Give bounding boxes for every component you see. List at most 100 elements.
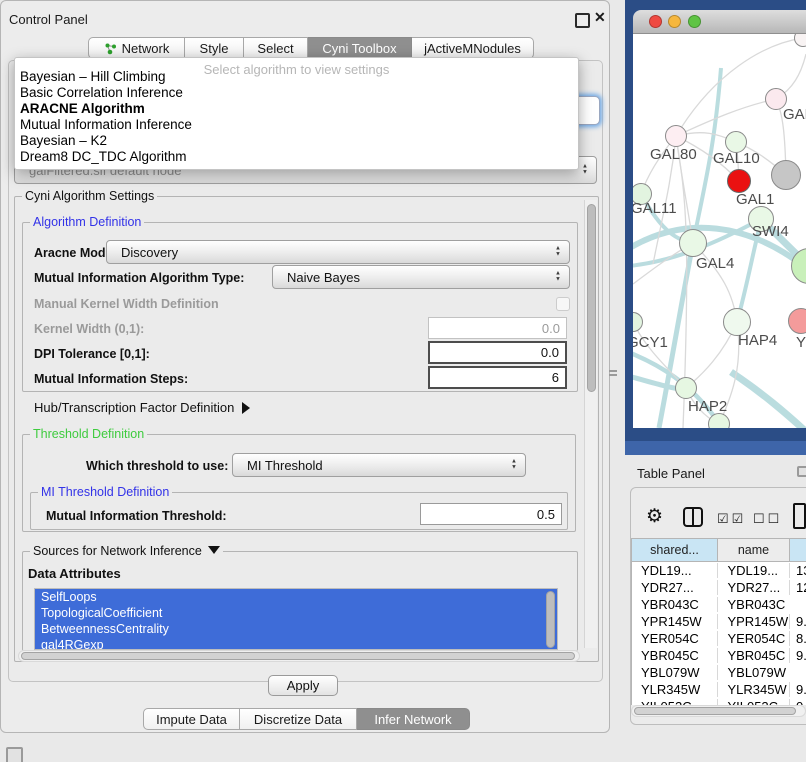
- column-header-partial[interactable]: [789, 538, 806, 562]
- table-row[interactable]: YPR145WYPR145W9.: [632, 613, 806, 630]
- hub-tf-definition-expander[interactable]: Hub/Transcription Factor Definition: [34, 400, 250, 415]
- columns-icon[interactable]: [683, 507, 703, 527]
- network-node-bottom[interactable]: [708, 413, 730, 428]
- table-row[interactable]: YIL052CYIL052C0.: [632, 698, 806, 705]
- node-label-gal: GAL: [783, 106, 806, 123]
- table-row[interactable]: YBR045CYBR045C9.: [632, 647, 806, 664]
- manual-kernel-width-checkbox[interactable]: [556, 297, 570, 311]
- tab-label: Network: [122, 41, 170, 56]
- network-node-gal80[interactable]: [665, 125, 687, 147]
- popup-item-dream8[interactable]: Dream8 DC_TDC Algorithm: [20, 149, 187, 165]
- close-icon[interactable]: ✕: [594, 9, 606, 26]
- network-window-titlebar[interactable]: [633, 10, 806, 34]
- network-node-gray[interactable]: [771, 160, 801, 190]
- popup-item-bayesian-k2[interactable]: Bayesian – K2: [20, 133, 107, 149]
- node-label-gal11: GAL11: [633, 200, 677, 217]
- collapsed-panel-icon[interactable]: [6, 747, 23, 762]
- float-window-icon[interactable]: [575, 13, 590, 28]
- dpi-tolerance-field[interactable]: 0.0: [428, 341, 567, 364]
- aracne-mode-value: Discovery: [107, 245, 178, 260]
- column-header-shared-name[interactable]: shared...: [631, 538, 717, 562]
- manual-kernel-width-label: Manual Kernel Width Definition: [34, 297, 219, 311]
- attribute-item-topologicalcoefficient[interactable]: TopologicalCoefficient: [35, 605, 557, 621]
- settings-vertical-scrollbar[interactable]: [584, 200, 597, 648]
- combo-spinner-icon: ▲▼: [555, 272, 561, 283]
- node-table: YDL19...YDL19...13 YDR27...YDR27...12 YB…: [631, 562, 806, 705]
- network-view-frame-bottom: [625, 441, 806, 455]
- network-node-gal1[interactable]: [727, 169, 751, 193]
- node-label-hap4: HAP4: [738, 332, 777, 349]
- settings-horizontal-scrollbar[interactable]: [18, 650, 580, 662]
- desktop: Control Panel ✕ Network Style Select Cyn…: [0, 0, 806, 762]
- popup-item-basic-correlation[interactable]: Basic Correlation Inference: [20, 85, 183, 101]
- node-label-salmon: Y: [796, 334, 806, 351]
- mi-steps-value: 6: [552, 370, 559, 385]
- mi-steps-field[interactable]: 6: [428, 366, 567, 389]
- tab-label: Infer Network: [374, 712, 451, 727]
- settings-horizontal-scrollbar-thumb[interactable]: [21, 652, 575, 660]
- list-scrollbar-thumb[interactable]: [546, 591, 555, 648]
- attribute-item-selfloops[interactable]: SelfLoops: [35, 589, 557, 605]
- table-row[interactable]: YDR27...YDR27...12: [632, 579, 806, 596]
- node-label-swi4: SWI4: [752, 223, 789, 240]
- kernel-width-field[interactable]: 0.0: [428, 317, 567, 339]
- network-icon: [104, 42, 117, 55]
- settings-vertical-scrollbar-thumb[interactable]: [587, 204, 596, 392]
- attribute-item-gal4rgexp[interactable]: gal4RGexp: [35, 637, 557, 650]
- sources-group-title[interactable]: Sources for Network Inference: [30, 544, 223, 558]
- select-all-checkboxes-icon[interactable]: ☑☑: [717, 511, 746, 527]
- tab-label: jActiveMNodules: [424, 41, 521, 56]
- mi-algorithm-type-value: Naive Bayes: [273, 270, 360, 285]
- tab-style[interactable]: Style: [185, 37, 244, 59]
- control-panel-title: Control Panel: [9, 12, 88, 27]
- gear-icon[interactable]: ⚙: [646, 505, 663, 528]
- column-header-name[interactable]: name: [717, 538, 789, 562]
- network-node-gal4[interactable]: [679, 229, 707, 257]
- tab-cyni-toolbox[interactable]: Cyni Toolbox: [308, 37, 412, 59]
- table-row[interactable]: YDL19...YDL19...13: [632, 562, 806, 579]
- deselect-all-checkboxes-icon[interactable]: ☐☐: [753, 511, 782, 527]
- table-panel-float-icon[interactable]: [797, 466, 806, 477]
- table-row[interactable]: YBR043CYBR043C: [632, 596, 806, 613]
- expand-arrow-icon: [242, 402, 250, 414]
- popup-item-mutual-information[interactable]: Mutual Information Inference: [20, 117, 192, 133]
- tab-label: Discretize Data: [254, 712, 342, 727]
- document-icon[interactable]: [793, 503, 806, 529]
- which-threshold-combo[interactable]: MI Threshold ▲▼: [232, 453, 526, 477]
- mi-threshold-label: Mutual Information Threshold:: [46, 509, 227, 523]
- tab-impute-data[interactable]: Impute Data: [143, 708, 240, 730]
- tab-infer-network[interactable]: Infer Network: [357, 708, 470, 730]
- network-node-hap2[interactable]: [675, 377, 697, 399]
- table-row[interactable]: YLR345WYLR345W9.: [632, 681, 806, 698]
- panel-splitter-handle[interactable]: [609, 368, 617, 378]
- which-threshold-label: Which threshold to use:: [86, 459, 228, 473]
- mi-algorithm-type-combo[interactable]: Naive Bayes ▲▼: [272, 265, 570, 289]
- combo-spinner-icon: ▲▼: [511, 460, 517, 471]
- table-row[interactable]: YER054CYER054C8.: [632, 630, 806, 647]
- node-label-gcy1: GCY1: [633, 334, 668, 351]
- tab-network[interactable]: Network: [88, 37, 185, 59]
- close-traffic-light[interactable]: [649, 15, 662, 28]
- table-horizontal-scrollbar[interactable]: [631, 705, 806, 717]
- tab-discretize-data[interactable]: Discretize Data: [240, 708, 357, 730]
- dpi-tolerance-label: DPI Tolerance [0,1]:: [34, 347, 150, 361]
- mi-threshold-field[interactable]: 0.5: [420, 503, 562, 525]
- popup-item-aracne[interactable]: ARACNE Algorithm: [20, 101, 145, 117]
- control-panel-tabbar: Network Style Select Cyni Toolbox jActiv…: [88, 37, 534, 59]
- aracne-mode-combo[interactable]: Discovery ▲▼: [106, 240, 570, 264]
- tab-label: Cyni Toolbox: [322, 41, 396, 56]
- table-row[interactable]: YBL079WYBL079W: [632, 664, 806, 681]
- network-canvas[interactable]: GAL GAL80 GAL10 GAL1 GAL11 SWI4 GAL4 GCY…: [633, 34, 806, 428]
- which-threshold-value: MI Threshold: [233, 458, 323, 473]
- tab-jactivemnodules[interactable]: jActiveMNodules: [412, 37, 534, 59]
- minimize-traffic-light[interactable]: [668, 15, 681, 28]
- algorithm-definition-title: Algorithm Definition: [30, 215, 144, 229]
- table-horizontal-scrollbar-thumb[interactable]: [634, 707, 796, 715]
- zoom-traffic-light[interactable]: [688, 15, 701, 28]
- collapse-arrow-icon: [208, 546, 220, 554]
- popup-item-bayesian-hill-climbing[interactable]: Bayesian – Hill Climbing: [20, 69, 166, 85]
- node-label-gal4: GAL4: [696, 255, 734, 272]
- tab-select[interactable]: Select: [244, 37, 308, 59]
- apply-button[interactable]: Apply: [268, 675, 338, 696]
- attribute-item-betweennesscentrality[interactable]: BetweennessCentrality: [35, 621, 557, 637]
